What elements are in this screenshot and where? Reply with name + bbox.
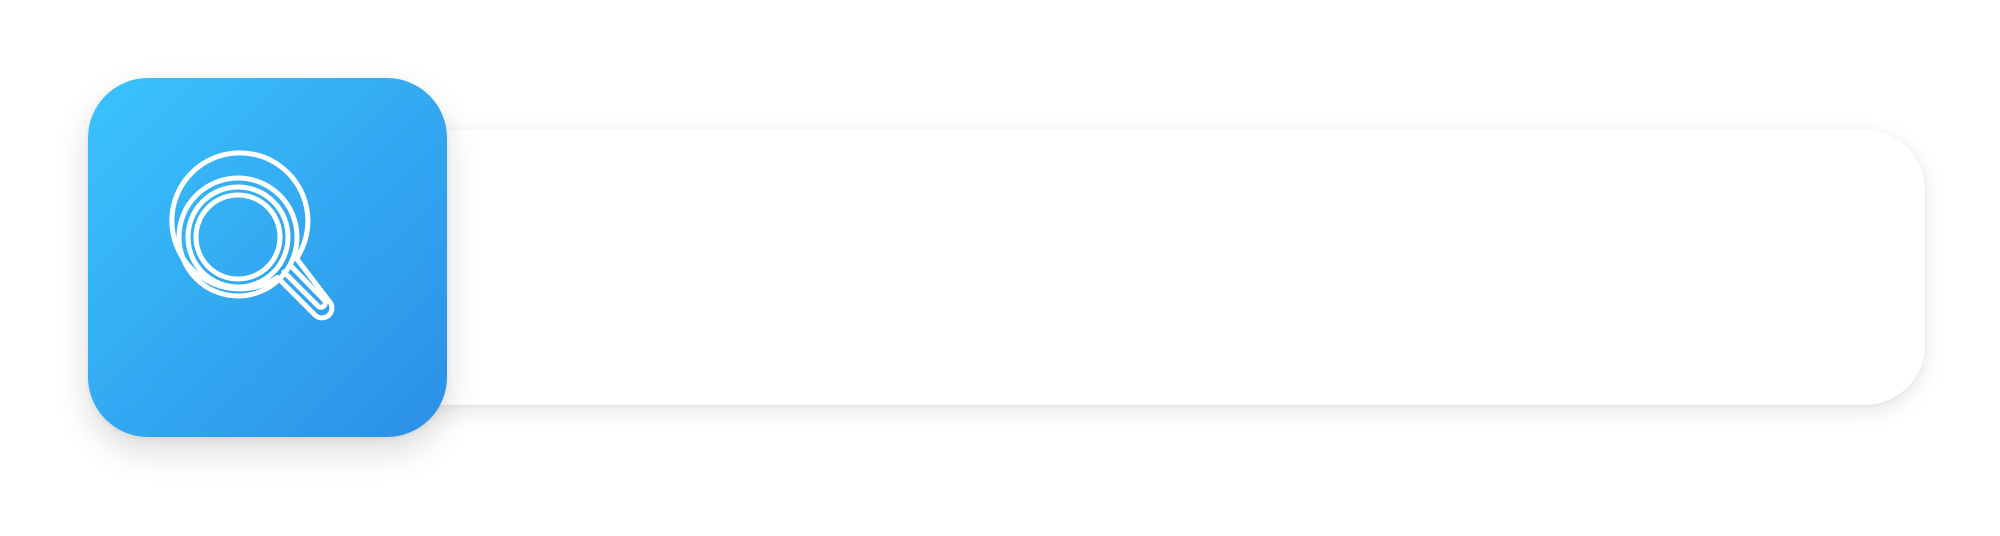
search-icon <box>169 150 335 321</box>
search-button[interactable] <box>88 78 447 437</box>
search-bar[interactable] <box>380 130 1925 405</box>
search-widget <box>0 0 2000 536</box>
search-input[interactable] <box>460 206 1844 329</box>
